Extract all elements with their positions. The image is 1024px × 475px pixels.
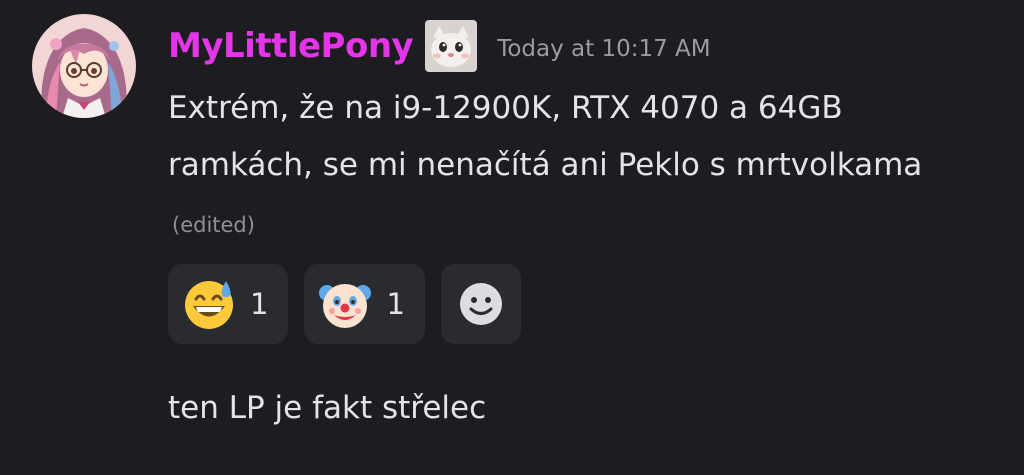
author-name[interactable]: MyLittlePony — [168, 26, 414, 66]
message-timestamp[interactable]: Today at 10:17 AM — [497, 36, 710, 62]
reaction-count: 1 — [386, 287, 405, 321]
clown-face-icon — [319, 284, 372, 328]
cat-face-icon[interactable] — [425, 20, 478, 72]
grinning-face-with-sweat-icon — [185, 281, 233, 329]
add-reaction-button[interactable] — [440, 264, 521, 344]
reaction-count: 1 — [250, 287, 269, 321]
anime-girl-avatar-icon — [32, 14, 136, 118]
followup-message-text: ten LP je fakt střelec — [168, 390, 487, 426]
message-header: MyLittlePony Today at 10:17 AM — [168, 20, 711, 72]
reaction-clown[interactable]: 1 — [304, 264, 425, 344]
add-reaction-smiley-icon — [459, 283, 502, 325]
user-avatar[interactable] — [32, 14, 136, 118]
reactions-bar: 1 1 — [168, 264, 521, 344]
message-content: Extrém, že na i9-12900K, RTX 4070 a 64GB… — [168, 80, 988, 254]
reaction-sweat-smile[interactable]: 1 — [168, 264, 289, 344]
edited-label: (edited) — [172, 213, 255, 237]
message-text: Extrém, že na i9-12900K, RTX 4070 a 64GB… — [168, 90, 923, 183]
